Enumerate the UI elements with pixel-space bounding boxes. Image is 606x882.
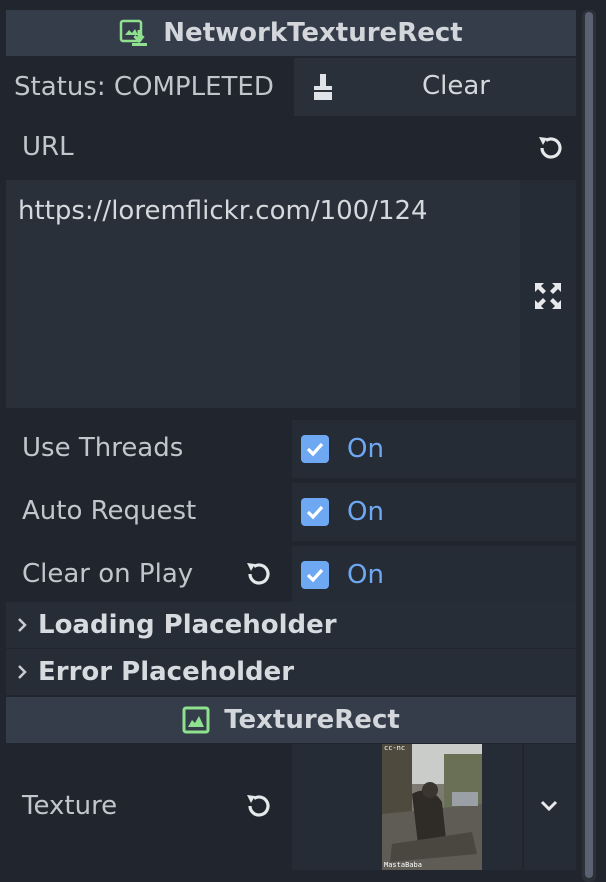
clear-button[interactable]: Clear [294, 58, 576, 116]
chevron-right-icon [6, 664, 38, 680]
loading-placeholder-label: Loading Placeholder [38, 610, 337, 640]
url-text-area[interactable]: https://loremflickr.com/100/124 [6, 180, 520, 408]
texture-preview-image[interactable]: cc-nc MastaBaba [382, 744, 482, 870]
checkbox-checked-icon [301, 561, 329, 589]
auto-request-label: Auto Request [22, 496, 197, 526]
broom-icon [310, 72, 336, 102]
use-threads-value: On [347, 434, 384, 464]
error-placeholder-label: Error Placeholder [38, 657, 295, 687]
error-placeholder-section[interactable]: Error Placeholder [6, 649, 576, 695]
url-label: URL [22, 132, 74, 162]
loading-placeholder-section[interactable]: Loading Placeholder [6, 602, 576, 648]
texture-dropdown-button[interactable] [524, 744, 576, 870]
revert-icon[interactable] [242, 558, 274, 590]
vertical-scrollbar[interactable] [582, 10, 596, 882]
texture-label: Texture [22, 791, 118, 821]
texture-rect-icon [182, 706, 210, 734]
clear-button-label: Clear [422, 71, 490, 101]
network-texture-rect-header: NetworkTextureRect [6, 10, 576, 56]
auto-request-value: On [347, 497, 384, 527]
expand-icon[interactable] [532, 280, 564, 312]
chevron-down-icon [538, 798, 560, 814]
clear-on-play-value: On [347, 560, 384, 590]
status-label: Status: COMPLETED [14, 72, 274, 102]
revert-icon[interactable] [532, 132, 568, 164]
checkbox-checked-icon [301, 498, 329, 526]
preview-bottom-text: MastaBaba [384, 861, 422, 869]
clear-on-play-label: Clear on Play [22, 559, 194, 589]
download-image-icon [119, 18, 149, 48]
revert-icon[interactable] [242, 790, 274, 822]
auto-request-checkbox[interactable]: On [292, 483, 576, 541]
use-threads-label: Use Threads [22, 433, 184, 463]
texture-rect-header: TextureRect [6, 697, 576, 743]
inspector-panel: NetworkTextureRect Status: COMPLETED Cle… [0, 0, 606, 882]
url-value: https://loremflickr.com/100/124 [18, 196, 428, 226]
scrollbar-thumb[interactable] [585, 12, 593, 878]
network-header-title: NetworkTextureRect [163, 18, 463, 48]
chevron-right-icon [6, 617, 38, 633]
checkbox-checked-icon [301, 435, 329, 463]
texture-rect-title: TextureRect [224, 705, 400, 735]
preview-top-text: cc-nc [384, 744, 406, 752]
clear-on-play-checkbox[interactable]: On [292, 546, 576, 604]
use-threads-checkbox[interactable]: On [292, 420, 576, 478]
